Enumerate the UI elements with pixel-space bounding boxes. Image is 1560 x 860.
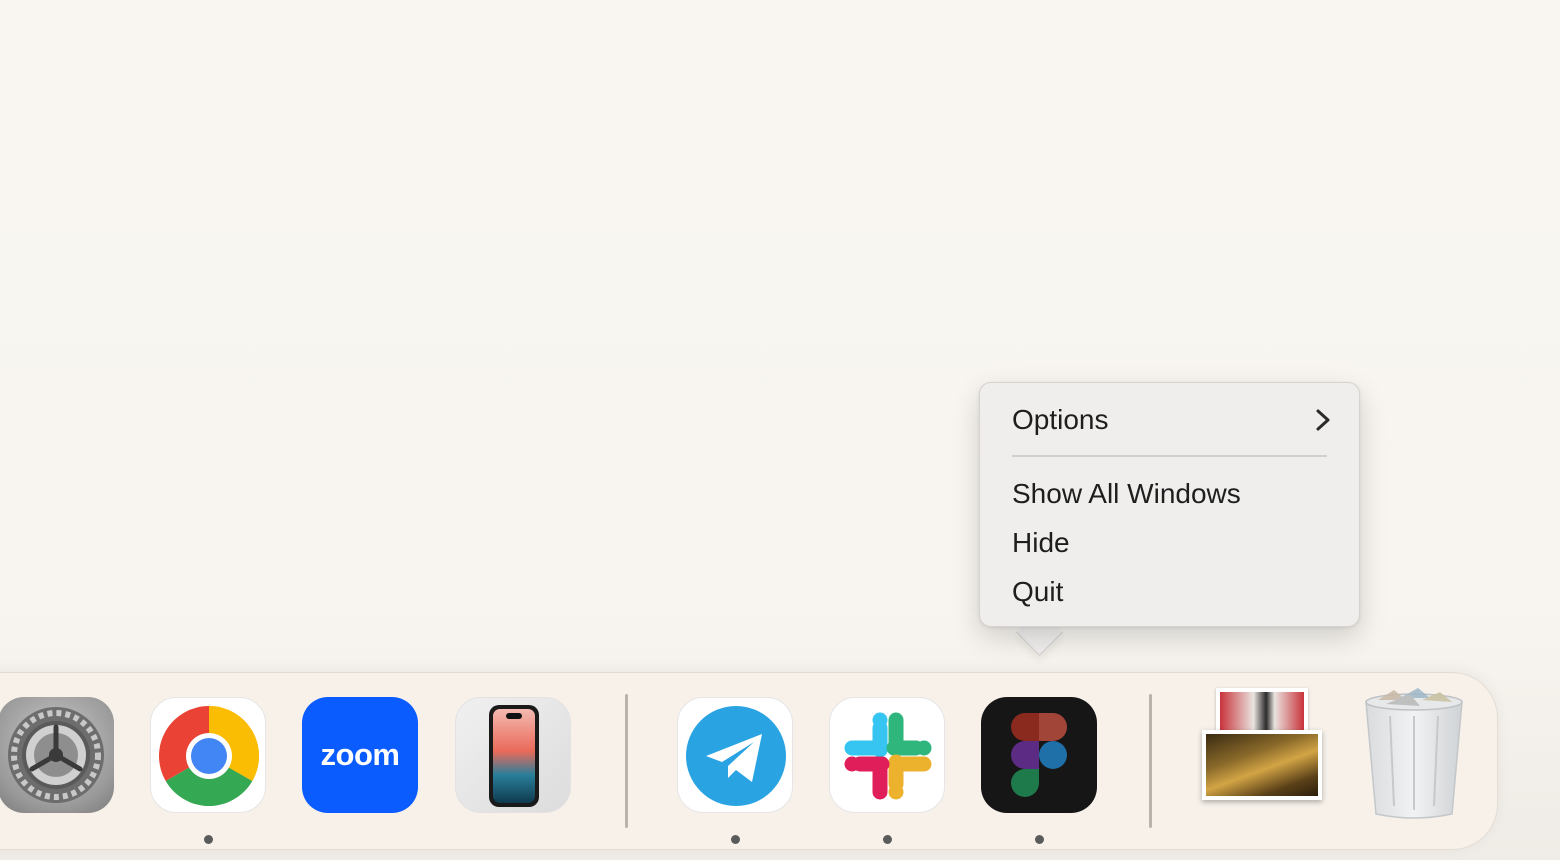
menu-item-options[interactable]: Options xyxy=(1012,400,1331,440)
dock-divider xyxy=(1149,694,1152,828)
dock-app-iphone-mirroring[interactable] xyxy=(455,697,571,813)
running-indicator xyxy=(1035,835,1044,844)
stack-photo-front xyxy=(1202,730,1322,800)
figma-icon xyxy=(1011,713,1067,797)
dock-app-zoom[interactable]: zoom xyxy=(302,697,418,813)
zoom-icon: zoom xyxy=(302,697,418,813)
telegram-icon xyxy=(686,706,786,806)
menu-item-label: Options xyxy=(1012,404,1109,435)
dock-divider xyxy=(625,694,628,828)
dock-app-system-settings[interactable] xyxy=(0,697,114,813)
dock-app-figma[interactable] xyxy=(981,697,1097,813)
dock-app-chrome[interactable] xyxy=(150,697,266,813)
photos-stack-icon xyxy=(1202,686,1322,804)
dock-app-telegram[interactable] xyxy=(677,697,793,813)
dock-stack-photos[interactable] xyxy=(1202,686,1322,804)
stack-photo-back xyxy=(1216,688,1308,736)
menu-item-show-all-windows[interactable]: Show All Windows xyxy=(1012,474,1331,514)
chevron-right-icon xyxy=(1315,400,1331,451)
zoom-logo-text: zoom xyxy=(320,737,400,772)
running-indicator xyxy=(883,835,892,844)
trash-icon xyxy=(1365,688,1463,819)
menu-item-quit[interactable]: Quit xyxy=(1012,572,1331,612)
dock-app-slack[interactable] xyxy=(829,697,945,813)
running-indicator xyxy=(204,835,213,844)
slack-icon xyxy=(844,712,932,800)
dock-trash[interactable] xyxy=(1360,686,1468,820)
menu-item-hide[interactable]: Hide xyxy=(1012,523,1331,563)
chrome-icon xyxy=(159,706,259,806)
menu-item-label: Show All Windows xyxy=(1012,478,1241,509)
iphone-icon xyxy=(489,705,539,807)
gear-icon xyxy=(8,707,104,803)
menu-item-label: Quit xyxy=(1012,576,1064,607)
menu-separator xyxy=(1012,455,1327,457)
menu-item-label: Hide xyxy=(1012,527,1070,558)
dock-context-menu: Options Show All Windows Hide Quit xyxy=(979,382,1360,627)
running-indicator xyxy=(731,835,740,844)
